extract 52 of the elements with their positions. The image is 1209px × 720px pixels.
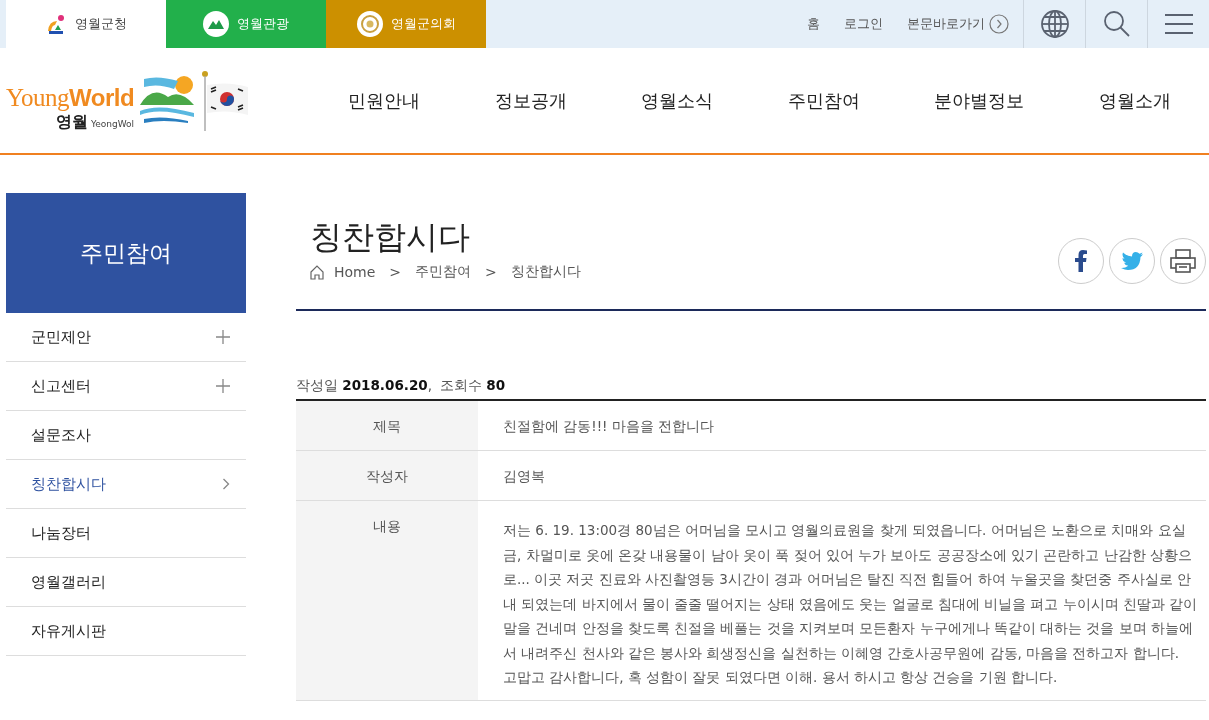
mountain-icon: [203, 11, 229, 37]
main-nav-item[interactable]: 영월소식: [641, 88, 714, 113]
print-button[interactable]: [1160, 238, 1206, 284]
search-icon: [1102, 10, 1131, 38]
sidebar-item[interactable]: 신고센터: [6, 362, 246, 411]
utility-link[interactable]: 로그인: [844, 15, 883, 33]
sidebar-item[interactable]: 칭찬합시다: [6, 460, 246, 509]
county-logo-icon: [45, 13, 67, 35]
main-nav-item[interactable]: 민원안내: [348, 88, 421, 113]
post-date: 작성일 2018.06.20,: [296, 377, 432, 395]
facebook-share-button[interactable]: [1058, 238, 1104, 284]
menu-icon: [1163, 13, 1194, 35]
flag-drawing: [202, 70, 251, 131]
home-icon: [310, 264, 324, 280]
main-nav-item[interactable]: 영월소개: [1099, 88, 1171, 113]
field-value: 친절함에 감동!!! 마음을 전합니다: [478, 401, 1206, 451]
logo-roman: YeongWol: [90, 118, 135, 129]
breadcrumb-separator: >: [389, 264, 402, 280]
site-logo[interactable]: YoungWorld 영월 YeongWol: [6, 68, 251, 133]
utility-link[interactable]: 홈: [807, 15, 820, 33]
utility-link[interactable]: 본문바로가기: [907, 15, 985, 33]
main-nav-item[interactable]: 분야별정보: [934, 88, 1025, 113]
field-label: 작성자: [296, 450, 478, 501]
field-label: 내용: [296, 500, 478, 700]
field-label: 제목: [296, 401, 478, 451]
logo-korean: 영월: [55, 111, 88, 133]
site-tab[interactable]: 영월군청: [6, 0, 166, 48]
arrow-circle-icon: [989, 14, 1009, 34]
sidebar-item[interactable]: 자유게시판: [6, 607, 246, 656]
sidebar-item[interactable]: 설문조사: [6, 411, 246, 460]
breadcrumb-link[interactable]: Home: [334, 264, 376, 280]
breadcrumb-link[interactable]: 칭찬합시다: [510, 263, 581, 281]
sidebar-title: 주민참여: [6, 193, 246, 313]
field-value: 저는 6. 19. 13:00경 80넘은 어머님을 모시고 영월의료원을 찾게 되였읍니다. 어머님은 노환으로 치매와 요실금, 차멀미로 옷에 온갖 내용물이 남아 옷이 푹 젖어 있어 누가 보아도 공공장소에 있기 곤란하고 난감한 상황으로... 이곳 저곳 진료와 사진촬영등 3시간이 경과 어머님은 탈진 직전 힘들어 하여 누울곳을 찾던중 주사실로 안내 되였는데 바지에서 물이 줄줄 떨어지는 상태 였음에도 웃는 얼굴로 침대에 비닐을 펴고 누이시며 친딸과 같이 말을 건네며 안정을 찾도록 친절을 베풀는 것을 지켜보며 모든환자 누구에게나 똑같이 대하는 것을 보며 하늘에서 내려주신 천사와 같은 봉사와 희생정신을 실천하는 이혜영 간호사공무원에 감동, 마음을 전하고자 합니다. 고맙고 감사합니다, 혹 성함이 잘못 되였다면 이해. 용서 하시고 항상 건승을 기원 합니다.: [478, 500, 1206, 700]
field-value: 김영복: [478, 450, 1206, 501]
main-nav-item[interactable]: 주민참여: [787, 88, 860, 113]
sidebar-item[interactable]: 군민제안: [6, 313, 246, 362]
sidebar-item[interactable]: 영월갤러리: [6, 558, 246, 607]
globe-icon: [1039, 9, 1070, 39]
chevron-right-icon: [222, 478, 230, 490]
emblem-icon: [356, 11, 383, 37]
sidebar-item[interactable]: 나눔장터: [6, 509, 246, 558]
bird-icon: [1121, 252, 1143, 270]
landscape-logo-icon: [138, 74, 197, 125]
main-nav-item[interactable]: 정보공개: [494, 88, 567, 113]
facebook-icon: [1075, 250, 1087, 272]
logo-wordmark: YoungWorld: [6, 83, 135, 112]
page-title: 칭찬합시다: [310, 217, 471, 257]
breadcrumb-separator: >: [485, 264, 497, 280]
view-count: 조회수 80: [440, 377, 506, 395]
printer-icon: [1170, 249, 1196, 273]
breadcrumb-link[interactable]: 주민참여: [415, 263, 472, 281]
